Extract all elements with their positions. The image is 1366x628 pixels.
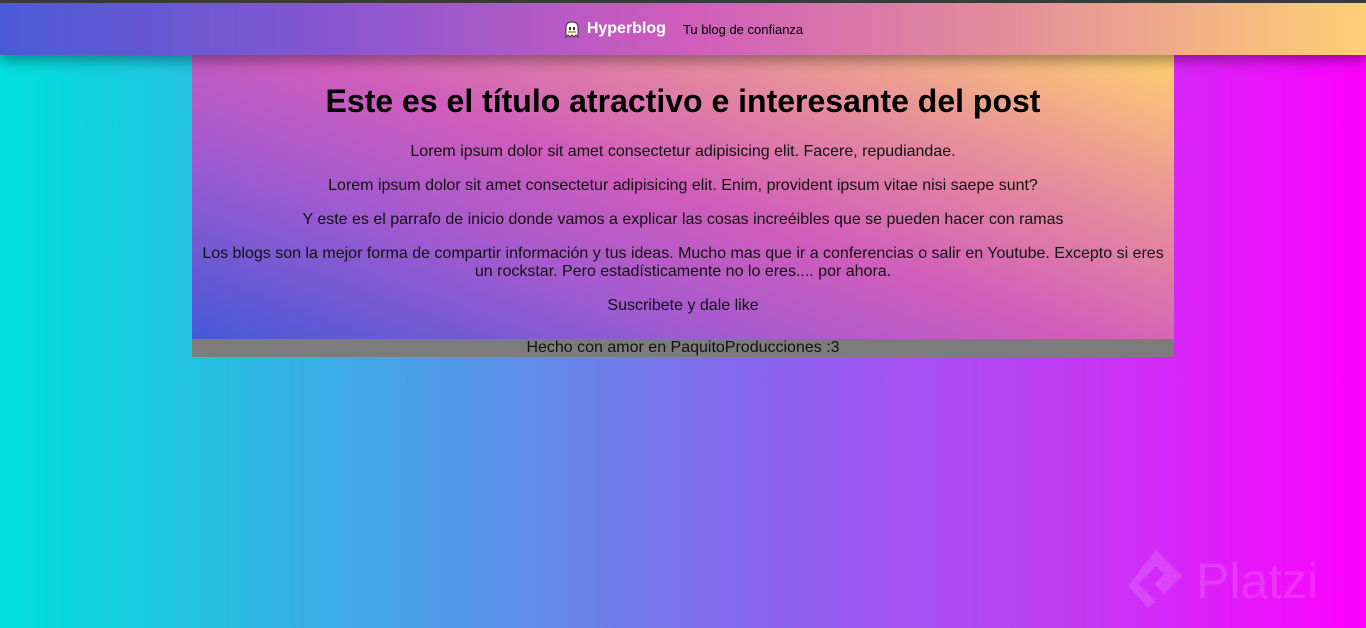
post-content: Este es el título atractivo e interesant… — [192, 55, 1174, 339]
footer-text: Hecho con amor en PaquitoProducciones :3 — [526, 339, 840, 356]
post-paragraph: Lorem ipsum dolor sit amet consectetur a… — [410, 143, 956, 160]
platzi-logo-icon — [1124, 546, 1188, 615]
post-title: Este es el título atractivo e interesant… — [325, 83, 1041, 119]
site-header: Hyperblog Tu blog de confianza — [0, 3, 1366, 55]
post-paragraph-cta: Suscribete y dale like — [607, 297, 759, 314]
site-footer: Hecho con amor en PaquitoProducciones :3 — [192, 339, 1174, 357]
brand-name: Hyperblog — [586, 20, 666, 37]
platzi-watermark: Platzi — [1124, 546, 1318, 615]
watermark-text: Platzi — [1196, 552, 1319, 609]
post-paragraph: Los blogs son la mejor forma de comparti… — [202, 245, 1164, 280]
ghost-icon — [563, 20, 581, 39]
tagline: Tu blog de confianza — [682, 21, 804, 37]
window-top-border — [0, 0, 1366, 3]
post-paragraph: Y este es el parrafo de inicio donde vam… — [302, 211, 1064, 228]
post-paragraph: Lorem ipsum dolor sit amet consectetur a… — [328, 177, 1038, 194]
brand[interactable]: Hyperblog — [563, 20, 683, 39]
